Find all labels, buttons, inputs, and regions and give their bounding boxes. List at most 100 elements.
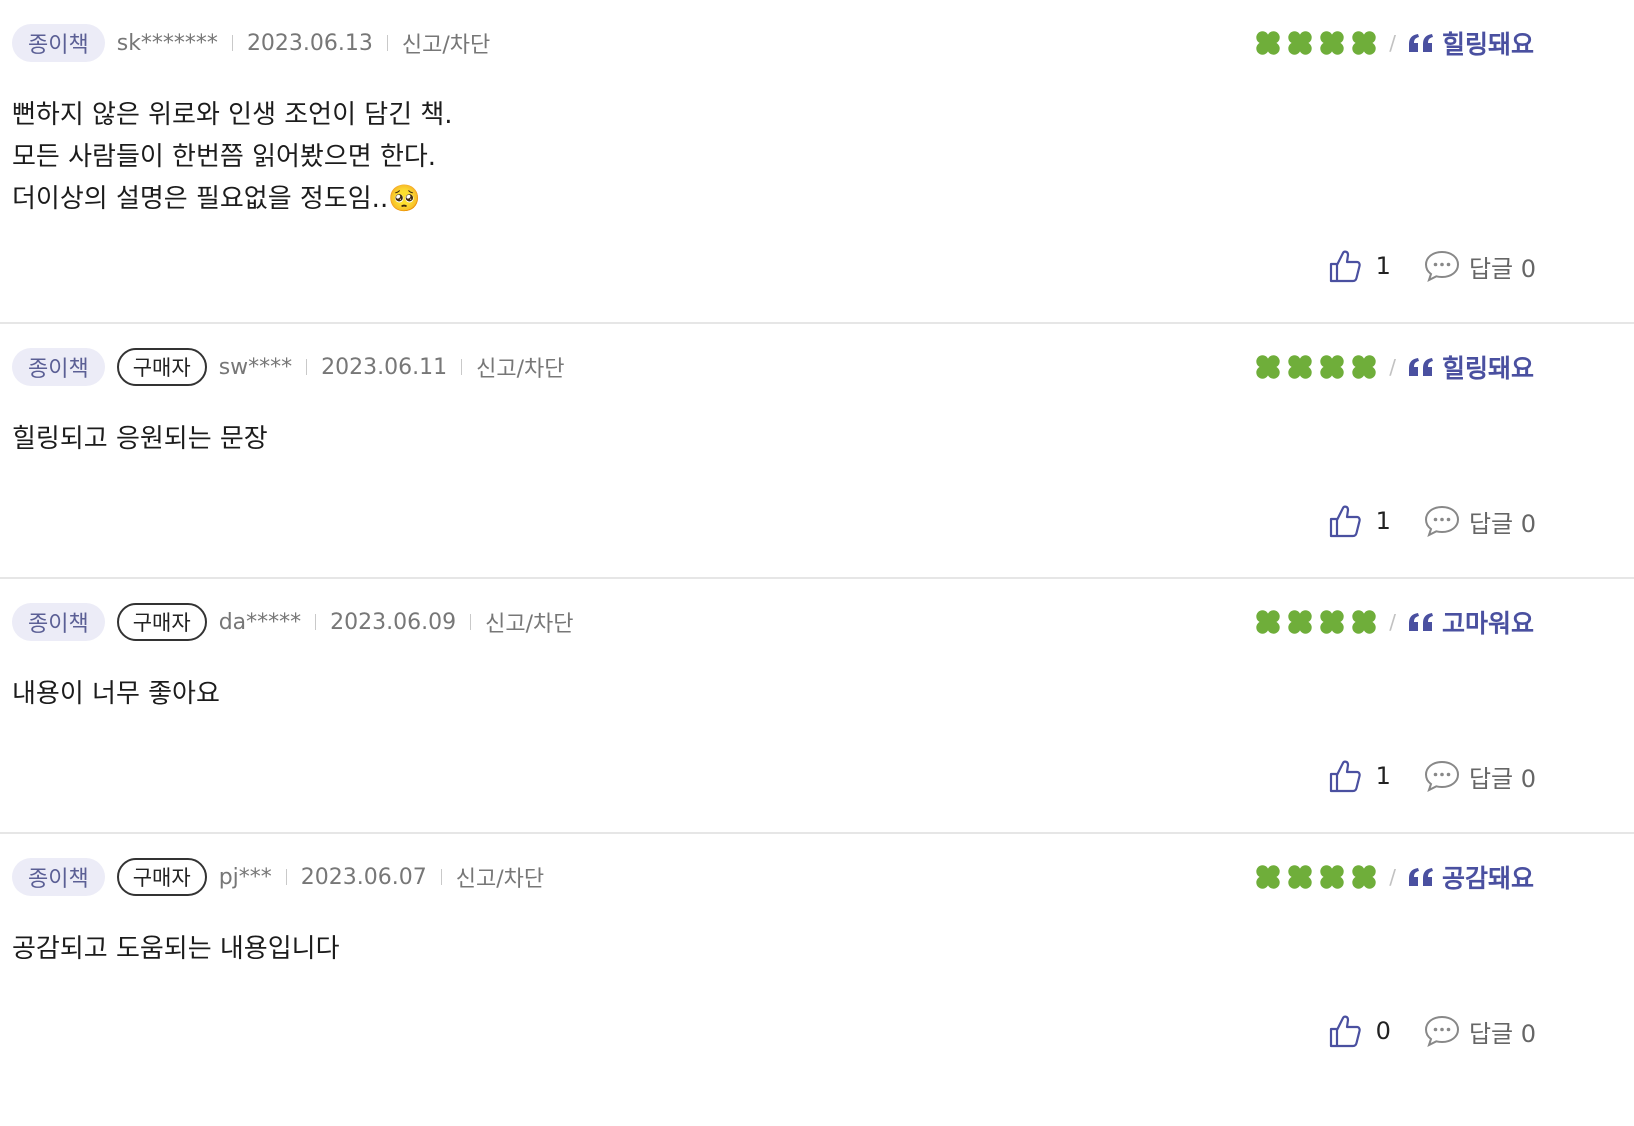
divider <box>470 614 472 630</box>
clover-icon <box>1352 31 1376 55</box>
review-tag: 힐링돼요 <box>1441 30 1534 59</box>
rating-separator: / <box>1389 610 1396 634</box>
divider <box>306 359 308 375</box>
rating-separator: / <box>1389 355 1396 379</box>
clover-icon <box>1352 610 1376 634</box>
review-actions: 1 답글 0 <box>1328 756 1536 796</box>
clover-icon <box>1320 865 1344 889</box>
quote-icon <box>1408 34 1433 52</box>
review-item: 종이책 구매자 sw**** 2023.06.11 신고/차단 / 힐링돼요 힐… <box>0 324 1634 579</box>
rating-separator: / <box>1389 865 1396 889</box>
reply-count: 답글 0 <box>1468 509 1536 538</box>
clover-icon <box>1256 31 1280 55</box>
user-id: da***** <box>218 609 302 635</box>
divider <box>285 869 287 885</box>
report-block-link[interactable]: 신고/차단 <box>456 861 544 893</box>
divider <box>440 869 442 885</box>
clover-icon <box>1256 610 1280 634</box>
clover-icon <box>1288 865 1312 889</box>
review-actions: 1 답글 0 <box>1328 501 1536 541</box>
rating-clovers <box>1255 30 1377 56</box>
review-actions: 1 답글 0 <box>1328 246 1536 286</box>
thumbs-up-icon <box>1329 250 1361 283</box>
review-item: 종이책 구매자 da***** 2023.06.09 신고/차단 / 고마워요 … <box>0 579 1634 834</box>
clover-icon <box>1256 865 1280 889</box>
rating-row: / 공감돼요 <box>1255 860 1534 894</box>
rating-clovers <box>1255 354 1377 380</box>
clover-icon <box>1288 31 1312 55</box>
review-body: 힐링되고 응원되는 문장 <box>12 418 268 460</box>
review-date: 2023.06.11 <box>321 354 448 380</box>
divider <box>315 614 317 630</box>
rating-row: / 고마워요 <box>1255 605 1534 639</box>
like-button[interactable]: 1 <box>1328 758 1391 794</box>
review-tag: 힐링돼요 <box>1441 354 1534 383</box>
review-actions: 0 답글 0 <box>1328 1011 1536 1051</box>
clover-icon <box>1256 355 1280 379</box>
review-date: 2023.06.07 <box>300 864 427 890</box>
rating-separator: / <box>1389 31 1396 55</box>
review-meta: 종이책 구매자 da***** 2023.06.09 신고/차단 <box>12 603 574 641</box>
speech-bubble-icon <box>1424 760 1459 792</box>
review-date: 2023.06.13 <box>246 30 373 56</box>
buyer-badge: 구매자 <box>116 603 207 641</box>
speech-bubble-icon <box>1424 505 1459 537</box>
review-tag: 고마워요 <box>1441 609 1534 638</box>
like-count: 1 <box>1375 252 1391 280</box>
like-button[interactable]: 0 <box>1328 1013 1391 1049</box>
user-id: sk******* <box>116 30 218 56</box>
review-meta: 종이책 구매자 sw**** 2023.06.11 신고/차단 <box>12 348 565 386</box>
quote-icon <box>1408 613 1433 631</box>
reply-count: 답글 0 <box>1468 764 1536 793</box>
reply-button[interactable]: 답글 0 <box>1423 504 1536 539</box>
speech-bubble-icon <box>1424 1015 1459 1047</box>
quote-icon <box>1408 868 1433 886</box>
clover-icon <box>1288 355 1312 379</box>
clover-icon <box>1288 610 1312 634</box>
user-id: sw**** <box>218 354 293 380</box>
thumbs-up-icon <box>1329 760 1361 793</box>
buyer-badge: 구매자 <box>116 348 207 386</box>
report-block-link[interactable]: 신고/차단 <box>485 606 573 638</box>
speech-bubble-icon <box>1424 250 1459 282</box>
review-body: 내용이 너무 좋아요 <box>12 673 220 715</box>
clover-icon <box>1352 355 1376 379</box>
thumbs-up-icon <box>1329 505 1361 538</box>
thumbs-up-icon <box>1329 1015 1361 1048</box>
reply-button[interactable]: 답글 0 <box>1423 759 1536 794</box>
review-body-line: 공감되고 도움되는 내용입니다 <box>12 934 340 964</box>
divider <box>231 35 233 51</box>
user-id: pj*** <box>218 864 272 890</box>
rating-clovers <box>1255 864 1377 890</box>
review-date: 2023.06.09 <box>330 609 457 635</box>
review-body: 뻔하지 않은 위로와 인생 조언이 담긴 책. 모든 사람들이 한번쯤 읽어봤으… <box>12 94 453 220</box>
like-count: 1 <box>1375 762 1391 790</box>
like-button[interactable]: 1 <box>1328 248 1391 284</box>
clover-icon <box>1352 865 1376 889</box>
review-body-line: 더이상의 설명은 필요없을 정도임..🥺 <box>12 184 421 214</box>
like-count: 0 <box>1375 1017 1391 1045</box>
quote-icon <box>1408 358 1433 376</box>
format-badge: 종이책 <box>12 858 105 896</box>
buyer-badge: 구매자 <box>116 858 207 896</box>
reply-count: 답글 0 <box>1468 254 1536 283</box>
review-list: 종이책 sk******* 2023.06.13 신고/차단 / 힐링돼요 뻔하… <box>0 0 1634 1126</box>
rating-clovers <box>1255 609 1377 635</box>
report-block-link[interactable]: 신고/차단 <box>402 27 490 59</box>
review-meta: 종이책 sk******* 2023.06.13 신고/차단 <box>12 24 490 62</box>
like-button[interactable]: 1 <box>1328 503 1391 539</box>
review-tag: 공감돼요 <box>1441 864 1534 893</box>
review-item: 종이책 sk******* 2023.06.13 신고/차단 / 힐링돼요 뻔하… <box>0 0 1634 324</box>
reply-count: 답글 0 <box>1468 1019 1536 1048</box>
clover-icon <box>1320 355 1344 379</box>
review-item: 종이책 구매자 pj*** 2023.06.07 신고/차단 / 공감돼요 공감… <box>0 834 1634 1124</box>
rating-row: / 힐링돼요 <box>1255 26 1534 60</box>
reply-button[interactable]: 답글 0 <box>1423 1014 1536 1049</box>
clover-icon <box>1320 610 1344 634</box>
review-body-line: 뻔하지 않은 위로와 인생 조언이 담긴 책. <box>12 100 453 130</box>
reply-button[interactable]: 답글 0 <box>1423 249 1536 284</box>
report-block-link[interactable]: 신고/차단 <box>476 351 564 383</box>
review-body-line: 모든 사람들이 한번쯤 읽어봤으면 한다. <box>12 142 437 172</box>
review-body-line: 내용이 너무 좋아요 <box>12 679 220 709</box>
divider <box>386 35 388 51</box>
